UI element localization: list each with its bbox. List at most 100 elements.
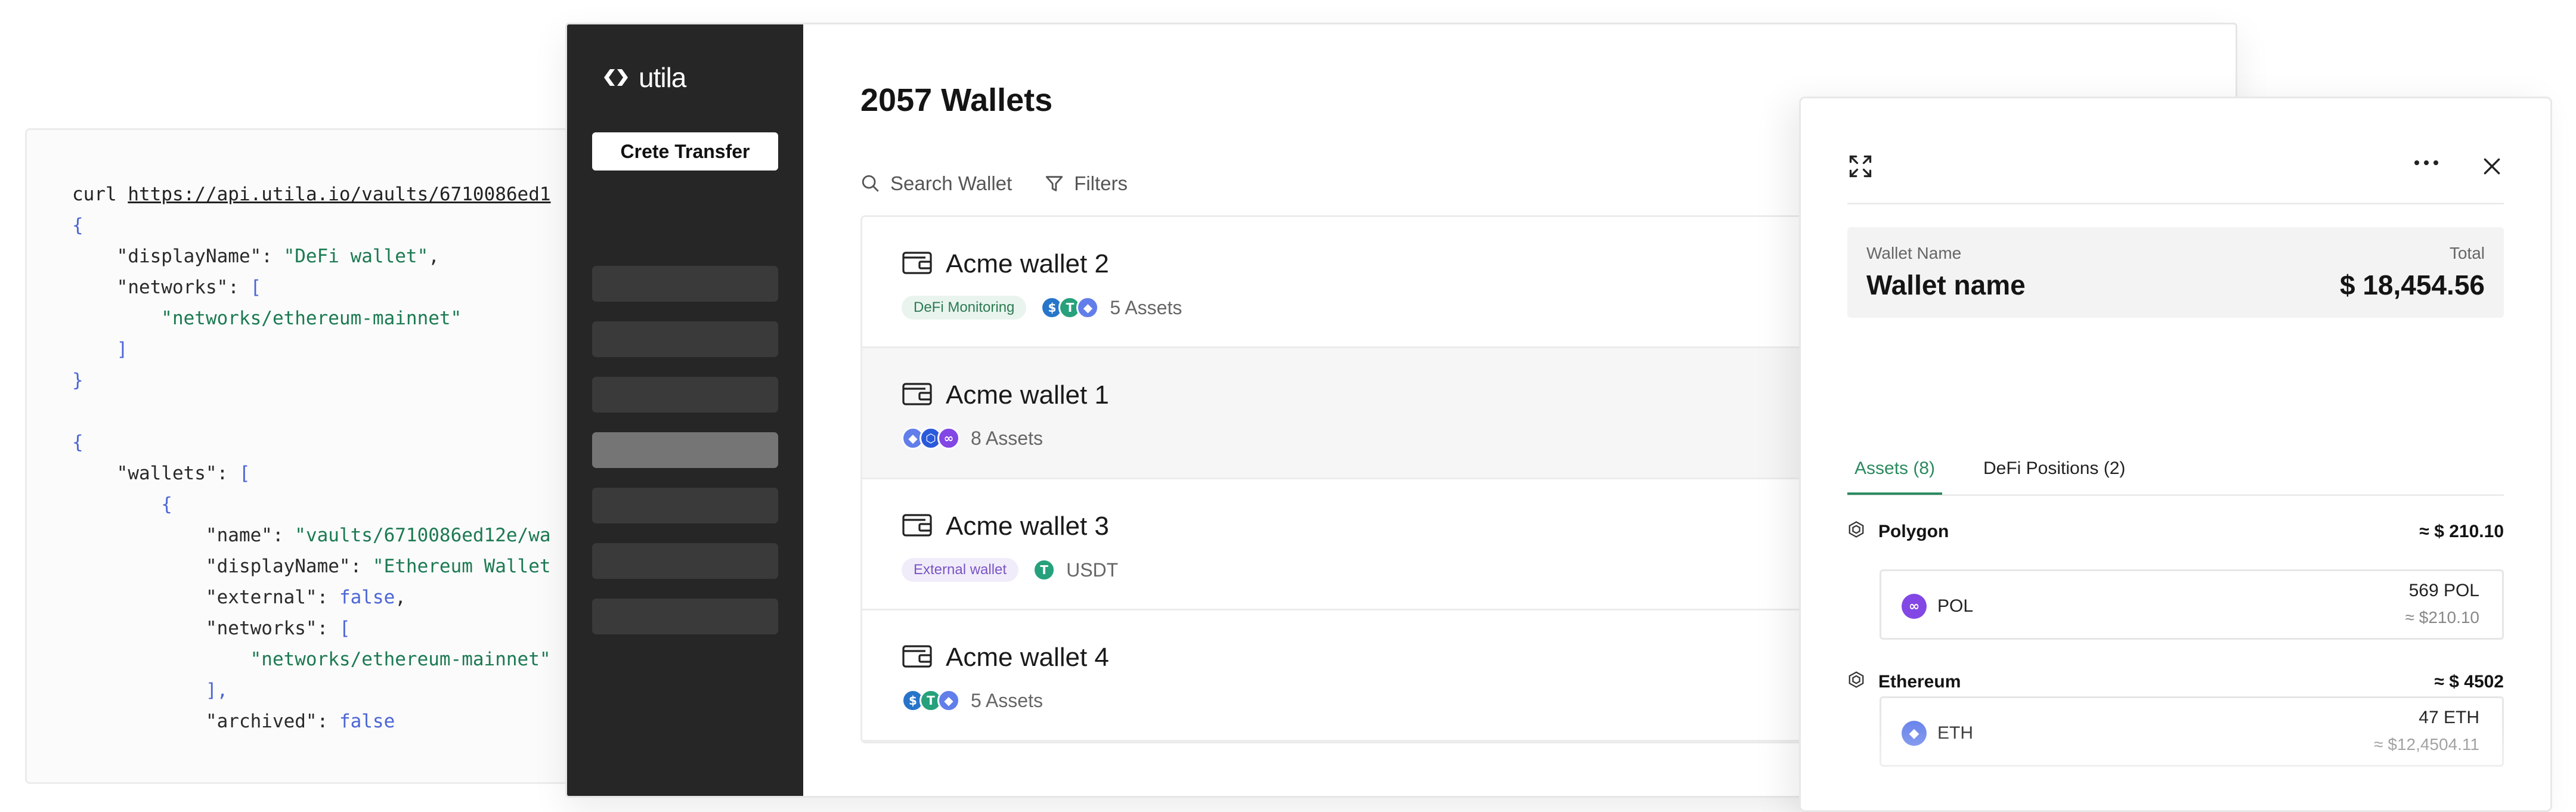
wallet-name-label: Wallet Name [1866,244,1962,262]
code-token: , [428,246,439,267]
tab-assets[interactable]: Assets (8) [1847,458,1943,495]
network-value: ≈ $ 210.10 [2419,522,2504,541]
wallet-tag: DeFi Monitoring [902,296,1027,320]
code-line: { [72,215,83,236]
code-line: { [72,494,172,515]
coin-stack: ◆ ⬡ ∞ [902,427,960,450]
search-input[interactable]: Search Wallet [860,172,1012,195]
wallet-meta: External wallet T USDT [902,558,1118,582]
code-line: "wallets": [ [72,463,250,484]
search-label: Search Wallet [890,172,1013,194]
wallet-summary: Wallet Name Wallet name Total $ 18,454.5… [1847,227,2504,318]
logo[interactable]: utila [599,61,686,94]
code-token: { [72,494,172,515]
divider [1847,203,2504,204]
pol-coin-icon: ∞ [937,427,960,450]
asset-amount: 569 POL [2408,581,2479,600]
usdt-coin-icon: T [1033,559,1056,581]
code-token: ], [72,680,228,701]
sidebar-item[interactable] [592,377,778,413]
wallet-assets: 8 Assets [971,427,1043,449]
code-token: "archived" [72,711,317,732]
coin-stack: T [1033,559,1056,581]
sidebar-item[interactable] [592,321,778,357]
sidebar-item[interactable] [592,488,778,523]
code-token: : [350,556,373,577]
sidebar-item[interactable] [592,266,778,302]
total-value: $ 18,454.56 [2339,269,2485,300]
network-row[interactable]: Polygon ≈ $ 210.10 [1847,520,2504,543]
code-body: { "displayName": "DeFi wallet", "network… [72,215,551,732]
sidebar-item[interactable] [592,543,778,579]
wallet-name: Acme wallet 4 [946,643,1109,672]
code-token: : [317,587,339,608]
network-name: Ethereum [1878,672,1961,692]
tab-defi-positions[interactable]: DeFi Positions (2) [1976,458,2132,479]
more-icon[interactable] [2413,159,2439,166]
network-row[interactable]: Ethereum ≈ $ 4502 [1847,671,2504,693]
total-label: Total [2449,244,2485,262]
code-token: [ [339,618,351,639]
expand-icon[interactable] [1847,153,1874,179]
sidebar-item[interactable] [592,432,778,468]
sidebar-item[interactable] [592,599,778,634]
wallet-row-header: Acme wallet 1 [902,380,1109,410]
coin-stack: $ T ◆ [902,689,960,712]
wallet-icon [902,512,933,541]
network-icon [1847,671,1865,693]
sidebar: utila Crete Transfer [567,24,803,796]
code-token: } [72,370,83,391]
code-token: , [395,587,406,608]
network-icon [1847,520,1865,543]
code-token: "Ethereum Wallet [372,556,551,577]
code-url[interactable]: https://api.utila.io/vaults/6710086ed1 [128,184,550,205]
code-token: : [317,711,339,732]
code-token: "vaults/6710086ed12e/wa [295,525,551,546]
wallet-name: Acme wallet 1 [946,380,1109,410]
code-command: curl [72,184,117,205]
asset-symbol: ETH [1937,723,1973,743]
sidebar-nav [592,266,778,654]
code-token: "displayName" [72,556,351,577]
code-token: "displayName" [72,246,262,267]
code-token: "networks" [72,618,317,639]
wallet-icon [902,250,933,279]
detail-header [1847,153,2504,189]
asset-usd-value: ≈ $12,4504.11 [2374,735,2479,754]
eth-coin-icon: ◆ [1076,296,1100,319]
asset-card[interactable]: ◆ ETH 47 ETH ≈ $12,4504.11 [1880,696,2504,767]
code-line: "networks/ethereum-mainnet" [72,649,551,670]
code-token: false [339,711,395,732]
code-token: : [272,525,295,546]
page-title: 2057 Wallets [860,82,1053,118]
eth-coin-icon: ◆ [1902,721,1927,746]
wallet-detail-panel: Wallet Name Wallet name Total $ 18,454.5… [1799,97,2552,812]
asset-card[interactable]: ∞ POL 569 POL ≈ $210.10 [1880,569,2504,640]
network-value: ≈ $ 4502 [2434,672,2504,692]
filters-button[interactable]: Filters [1044,172,1128,195]
wallet-row-header: Acme wallet 2 [902,249,1109,279]
code-line: "archived": false [72,711,395,732]
coin-stack: $ T ◆ [1041,296,1100,319]
wallet-assets: 5 Assets [971,689,1043,711]
wallet-name: Acme wallet 3 [946,512,1109,541]
filter-icon [1046,176,1063,191]
utila-logo-icon [604,69,628,86]
code-token: { [72,432,83,453]
logo-text: utila [639,62,686,93]
code-token: "external" [72,587,317,608]
code-token: ] [72,339,128,360]
code-line: "name": "vaults/6710086ed12e/wa [72,525,551,546]
code-line: ] [72,339,128,360]
wallet-row-header: Acme wallet 4 [902,643,1109,672]
code-token: "networks/ethereum-mainnet" [72,649,551,670]
close-icon[interactable] [2480,154,2504,178]
pol-coin-icon: ∞ [1902,594,1927,619]
code-token: false [339,587,395,608]
wallet-name-value: Wallet name [1866,269,2026,300]
create-transfer-button[interactable]: Crete Transfer [592,132,778,171]
wallet-assets: USDT [1066,559,1119,581]
code-token: [ [250,277,262,298]
eth-coin-icon: ◆ [937,689,960,712]
code-token: "networks" [72,277,228,298]
